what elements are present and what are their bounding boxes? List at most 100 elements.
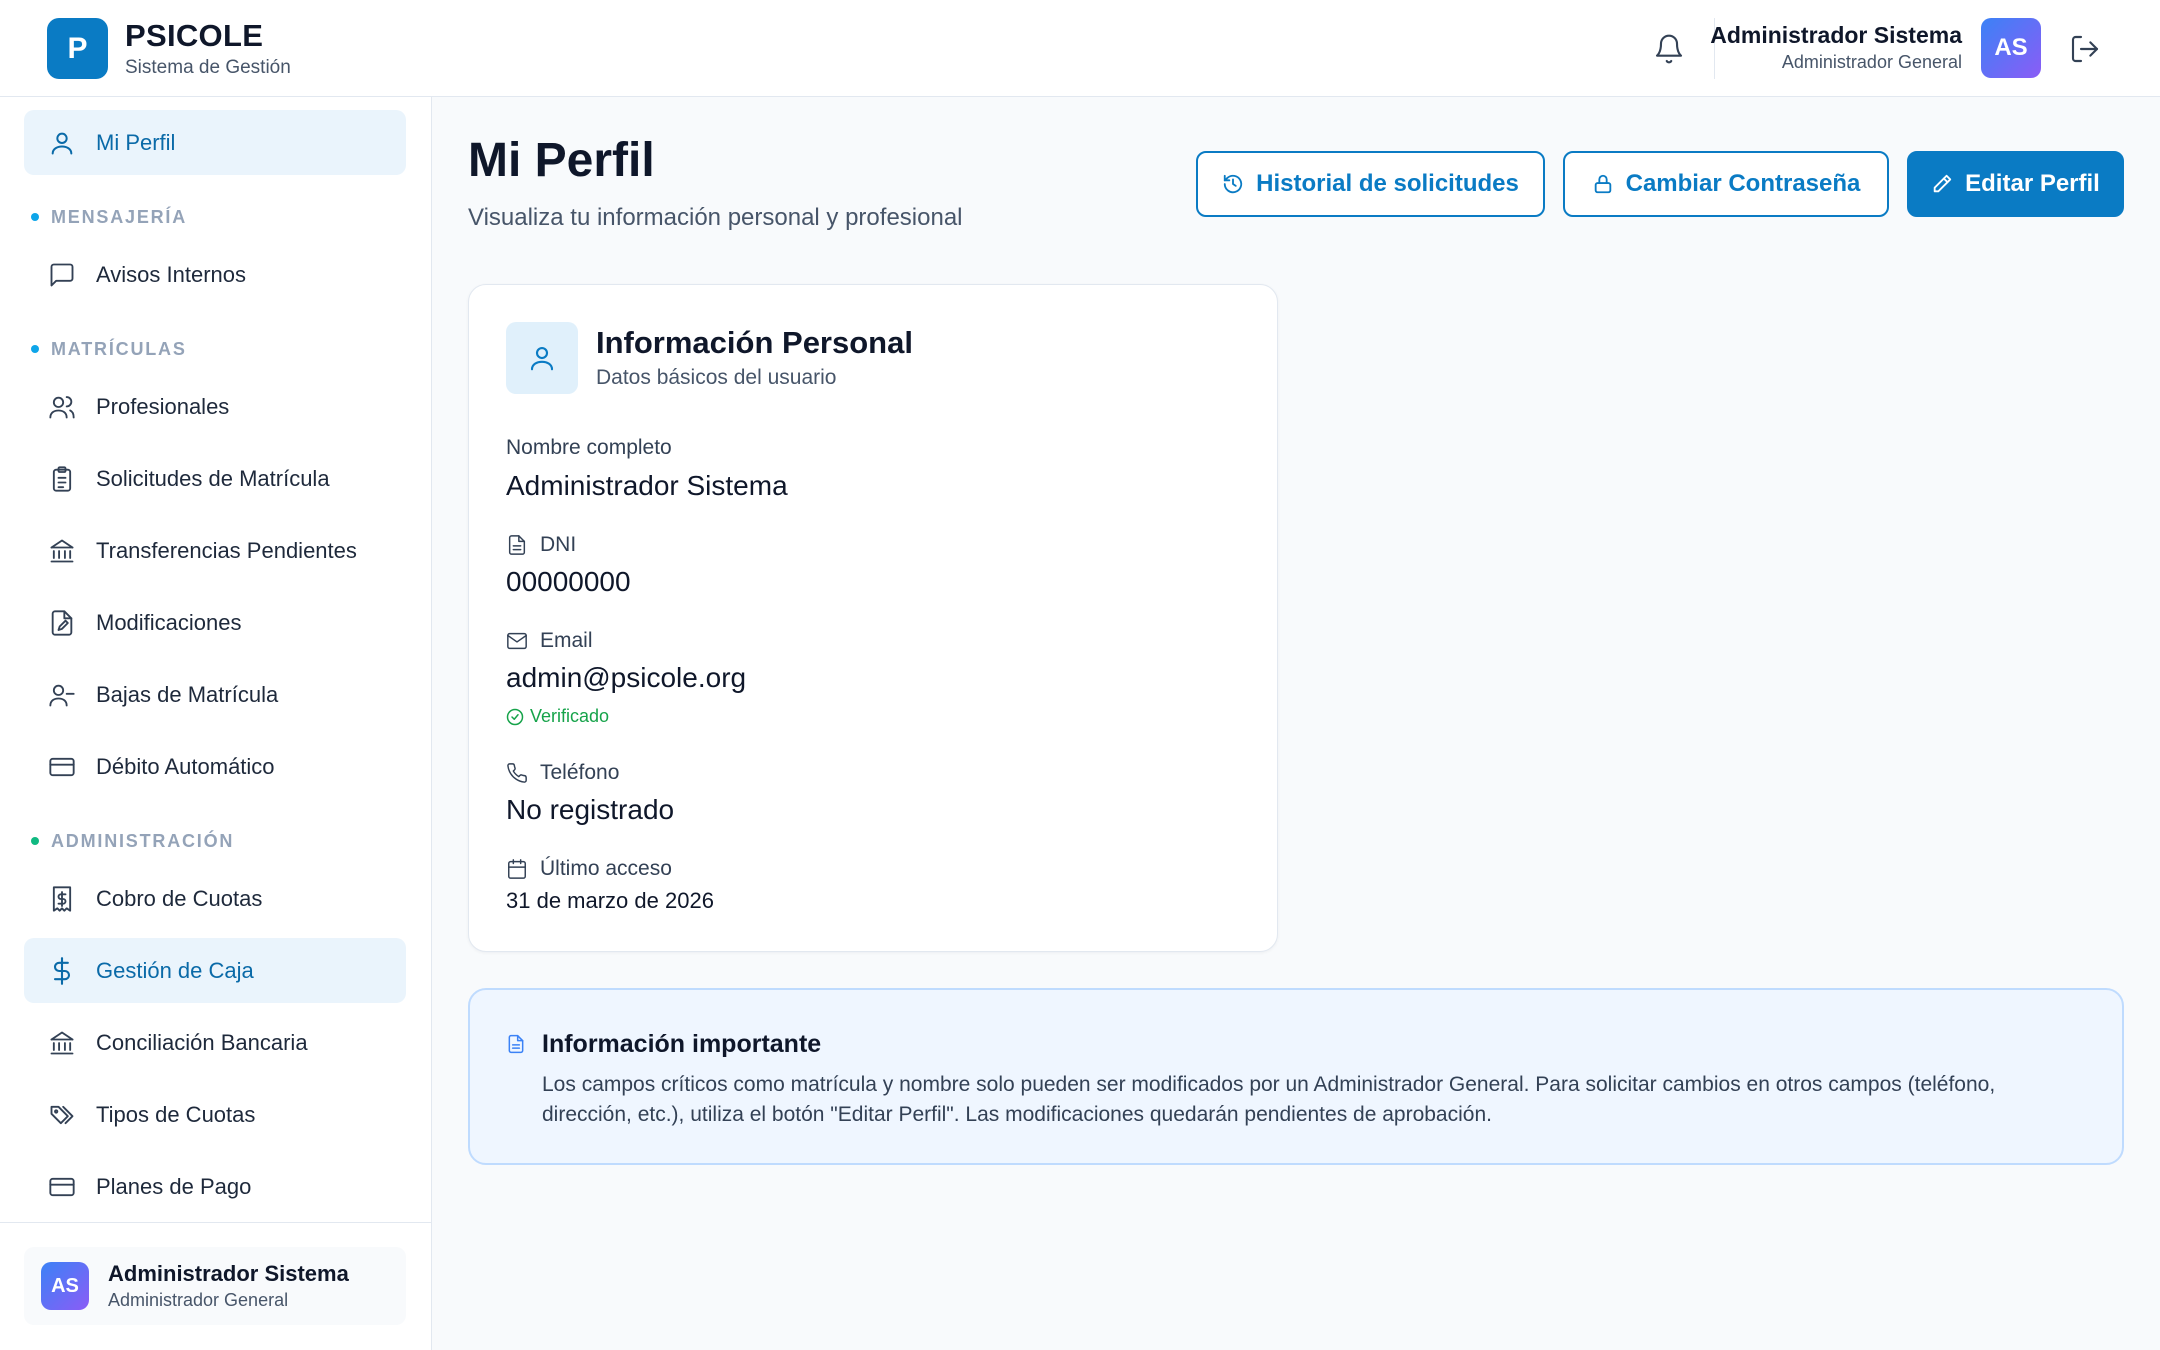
section-dot xyxy=(31,213,39,221)
section-label: MENSAJERÍA xyxy=(51,206,188,227)
section-dot xyxy=(31,345,39,353)
clipboard-list-icon xyxy=(48,465,76,493)
sidebar-item-conciliacion[interactable]: Conciliación Bancaria xyxy=(24,1010,406,1075)
tags-icon xyxy=(48,1101,76,1129)
field-label-text: Último acceso xyxy=(540,857,672,880)
app-subtitle: Sistema de Gestión xyxy=(125,57,291,78)
sidebar-item-label: Cobro de Cuotas xyxy=(96,886,263,911)
phone-value: No registrado xyxy=(506,794,675,825)
email-label: Email xyxy=(506,629,593,653)
sidebar-item-debito[interactable]: Débito Automático xyxy=(24,734,406,799)
sidebar-item-label: Profesionales xyxy=(96,394,230,419)
mail-icon xyxy=(507,632,527,650)
credit-card-icon xyxy=(48,753,76,781)
sidebar-item-label: Mi Perfil xyxy=(96,130,176,155)
email-value: admin@psicole.org xyxy=(506,662,747,693)
message-square-icon xyxy=(48,261,76,289)
credit-card-icon xyxy=(48,1173,76,1201)
phone-icon xyxy=(507,763,527,783)
section-administracion: ADMINISTRACIÓN xyxy=(31,829,234,853)
edit-profile-button[interactable]: Editar Perfil xyxy=(1907,151,2124,217)
phone-label: Teléfono xyxy=(506,761,619,785)
card-subtitle: Datos básicos del usuario xyxy=(596,366,837,389)
change-password-button[interactable]: Cambiar Contraseña xyxy=(1563,151,1889,217)
pencil-icon xyxy=(1933,174,1952,193)
sidebar-item-mi-perfil[interactable]: Mi Perfil xyxy=(24,110,406,175)
verified-badge: Verificado xyxy=(506,706,609,727)
sidebar-item-label: Gestión de Caja xyxy=(96,958,254,983)
field-label-text: Nombre completo xyxy=(506,436,672,459)
last-access-label: Último acceso xyxy=(506,857,672,881)
sidebar: Mi Perfil MENSAJERÍA Avisos Internos MAT… xyxy=(0,97,432,1350)
sidebar-item-label: Transferencias Pendientes xyxy=(96,538,357,563)
sidebar-item-label: Conciliación Bancaria xyxy=(96,1030,308,1055)
field-label-text: DNI xyxy=(540,533,577,556)
personal-info-card: Información Personal Datos básicos del u… xyxy=(468,284,1278,952)
history-icon xyxy=(1223,174,1243,194)
avatar: AS xyxy=(41,1262,89,1310)
sidebar-item-transferencias[interactable]: Transferencias Pendientes xyxy=(24,518,406,583)
dni-label: DNI xyxy=(506,533,576,557)
sidebar-divider xyxy=(0,1222,431,1223)
card-title: Información Personal xyxy=(596,325,913,360)
sidebar-item-cobro-cuotas[interactable]: Cobro de Cuotas xyxy=(24,866,406,931)
sidebar-item-label: Tipos de Cuotas xyxy=(96,1102,256,1127)
file-text-icon xyxy=(508,535,526,555)
sidebar-item-label: Avisos Internos xyxy=(96,262,247,287)
file-edit-icon xyxy=(48,609,76,637)
full-name-label: Nombre completo xyxy=(506,436,672,460)
header-user-role: Administrador General xyxy=(1781,52,1962,72)
sidebar-item-avisos-internos[interactable]: Avisos Internos xyxy=(24,242,406,307)
notice-title: Información importante xyxy=(542,1030,822,1058)
bank-icon xyxy=(48,1029,76,1057)
sidebar-item-profesionales[interactable]: Profesionales xyxy=(24,374,406,439)
sidebar-item-bajas[interactable]: Bajas de Matrícula xyxy=(24,662,406,727)
edit-profile-label: Editar Perfil xyxy=(1965,170,2100,197)
sidebar-item-tipos-cuotas[interactable]: Tipos de Cuotas xyxy=(24,1082,406,1147)
bell-icon[interactable] xyxy=(1653,33,1685,65)
check-circle-icon xyxy=(506,708,524,725)
top-header: P PSICOLE Sistema de Gestión Administrad… xyxy=(0,0,2160,97)
sidebar-user-role: Administrador General xyxy=(108,1290,289,1310)
app-name: PSICOLE xyxy=(125,18,264,53)
receipt-icon xyxy=(48,885,76,913)
sidebar-item-label: Solicitudes de Matrícula xyxy=(96,466,330,491)
sidebar-item-planes-pago[interactable]: Planes de Pago xyxy=(24,1154,406,1219)
user-minus-icon xyxy=(48,681,76,709)
sidebar-item-label: Planes de Pago xyxy=(96,1174,252,1199)
sidebar-user-card[interactable]: AS Administrador Sistema Administrador G… xyxy=(24,1247,406,1325)
dni-value: 00000000 xyxy=(506,566,631,597)
section-mensajeria: MENSAJERÍA xyxy=(31,205,187,229)
sidebar-item-label: Modificaciones xyxy=(96,610,242,635)
page-subtitle: Visualiza tu información personal y prof… xyxy=(468,204,963,231)
change-password-label: Cambiar Contraseña xyxy=(1625,170,1861,197)
info-notice: Información importante Los campos crític… xyxy=(468,988,2124,1165)
app-logo[interactable]: P xyxy=(47,18,108,79)
full-name-value: Administrador Sistema xyxy=(506,470,788,501)
bank-icon xyxy=(48,537,76,565)
field-label-text: Teléfono xyxy=(540,761,620,784)
user-icon xyxy=(506,322,578,394)
section-label: ADMINISTRACIÓN xyxy=(51,830,235,851)
user-icon xyxy=(48,129,76,157)
sidebar-item-solicitudes[interactable]: Solicitudes de Matrícula xyxy=(24,446,406,511)
sidebar-item-label: Débito Automático xyxy=(96,754,275,779)
sidebar-user-name: Administrador Sistema xyxy=(108,1261,349,1286)
section-label: MATRÍCULAS xyxy=(51,338,187,359)
header-avatar[interactable]: AS xyxy=(1981,18,2041,78)
sidebar-item-label: Bajas de Matrícula xyxy=(96,682,279,707)
users-icon xyxy=(48,393,76,421)
history-button[interactable]: Historial de solicitudes xyxy=(1196,151,1545,217)
logout-icon[interactable] xyxy=(2069,33,2101,65)
field-label-text: Email xyxy=(540,629,593,652)
dollar-icon xyxy=(48,957,76,985)
history-button-label: Historial de solicitudes xyxy=(1256,170,1519,197)
notice-text: Los campos críticos como matrícula y nom… xyxy=(542,1073,1996,1126)
page-title: Mi Perfil xyxy=(468,134,655,187)
last-access-value: 31 de marzo de 2026 xyxy=(506,888,714,913)
calendar-icon xyxy=(508,859,526,879)
sidebar-item-modificaciones[interactable]: Modificaciones xyxy=(24,590,406,655)
verified-text: Verificado xyxy=(530,706,610,726)
sidebar-item-gestion-caja[interactable]: Gestión de Caja xyxy=(24,938,406,1003)
section-matriculas: MATRÍCULAS xyxy=(31,337,187,361)
